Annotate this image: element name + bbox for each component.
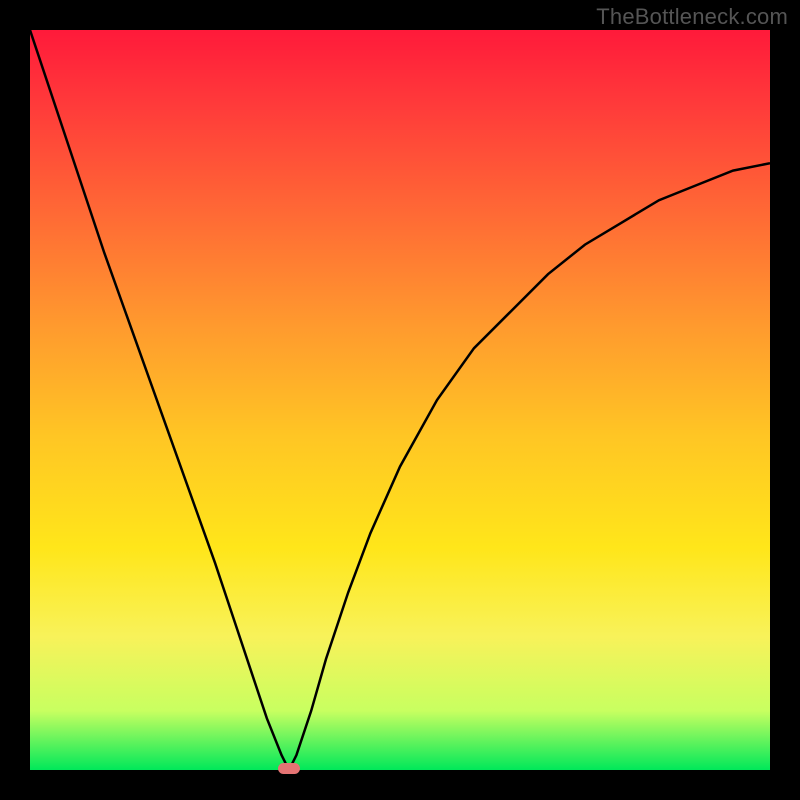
curve-path	[30, 30, 770, 770]
watermark-text: TheBottleneck.com	[596, 4, 788, 30]
chart-frame: TheBottleneck.com	[0, 0, 800, 800]
plot-area	[30, 30, 770, 770]
min-marker	[278, 763, 300, 774]
curve-svg	[30, 30, 770, 770]
